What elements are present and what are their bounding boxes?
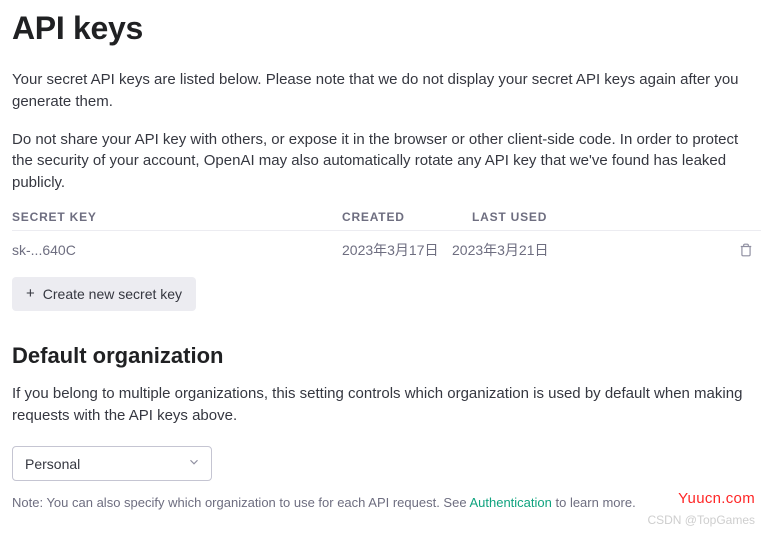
intro-paragraph-1: Your secret API keys are listed below. P… [12, 69, 761, 113]
create-button-label: Create new secret key [43, 286, 182, 302]
default-org-description: If you belong to multiple organizations,… [12, 383, 761, 427]
plus-icon: + [26, 286, 35, 301]
organization-selected-value: Personal [25, 456, 80, 472]
api-keys-table: SECRET KEY CREATED LAST USED sk-...640C … [12, 210, 761, 273]
create-secret-key-button[interactable]: + Create new secret key [12, 277, 196, 311]
authentication-link[interactable]: Authentication [469, 495, 551, 510]
intro-paragraph-2: Do not share your API key with others, o… [12, 129, 761, 194]
th-last-used: LAST USED [472, 210, 602, 224]
th-secret-key: SECRET KEY [12, 210, 342, 224]
cell-created: 2023年3月17日 [342, 241, 452, 259]
th-created: CREATED [342, 210, 472, 224]
page-title: API keys [12, 10, 761, 47]
table-row: sk-...640C 2023年3月17日 2023年3月21日 [12, 231, 761, 273]
cell-secret-key: sk-...640C [12, 242, 342, 258]
table-header-row: SECRET KEY CREATED LAST USED [12, 210, 761, 231]
note-prefix: Note: You can also specify which organiz… [12, 495, 469, 510]
cell-last-used: 2023年3月21日 [452, 241, 562, 259]
organization-select[interactable]: Personal [12, 446, 212, 481]
chevron-down-icon [187, 455, 201, 472]
trash-icon[interactable] [739, 242, 753, 258]
watermark-csdn: CSDN @TopGames [647, 513, 755, 527]
default-org-title: Default organization [12, 343, 761, 369]
org-note: Note: You can also specify which organiz… [12, 493, 761, 513]
note-suffix: to learn more. [552, 495, 636, 510]
